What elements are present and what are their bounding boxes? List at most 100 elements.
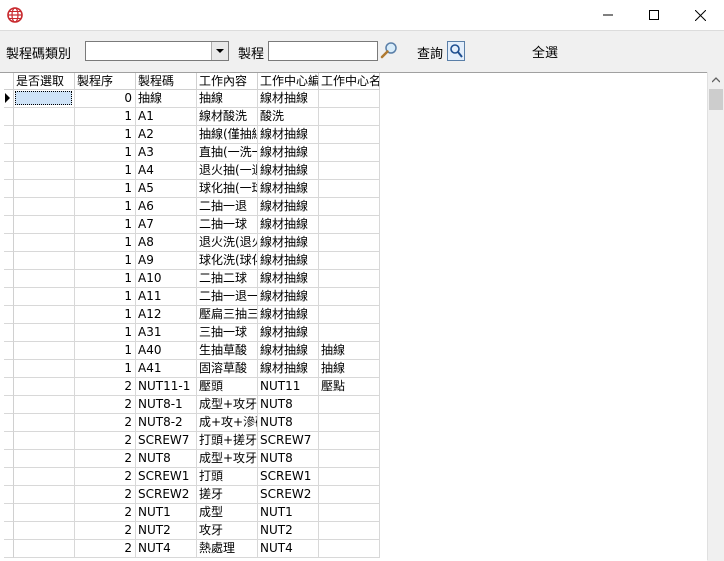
wc-code-cell[interactable]: 酸洗: [258, 108, 319, 126]
seq-cell[interactable]: 2: [75, 378, 136, 396]
code-cell[interactable]: NUT1: [136, 504, 197, 522]
wc-code-cell[interactable]: NUT11: [258, 378, 319, 396]
wc-code-cell[interactable]: 線材抽線: [258, 144, 319, 162]
wc-code-cell[interactable]: NUT4: [258, 540, 319, 558]
seq-cell[interactable]: 1: [75, 144, 136, 162]
wc-name-cell[interactable]: 抽線: [319, 342, 380, 360]
row-header[interactable]: [4, 414, 14, 432]
wc-name-cell[interactable]: [319, 324, 380, 342]
table-row[interactable]: 1 A7 二抽一球 線材抽線: [4, 216, 380, 234]
code-cell[interactable]: A31: [136, 324, 197, 342]
content-cell[interactable]: 退火抽(一退: [197, 162, 258, 180]
selected-cell[interactable]: [14, 450, 75, 468]
table-row[interactable]: 2 SCREW2 搓牙 SCREW2: [4, 486, 380, 504]
seq-cell[interactable]: 1: [75, 180, 136, 198]
seq-cell[interactable]: 1: [75, 252, 136, 270]
wc-code-cell[interactable]: 線材抽線: [258, 126, 319, 144]
selected-cell[interactable]: [14, 144, 75, 162]
wc-name-cell[interactable]: [319, 522, 380, 540]
wc-name-cell[interactable]: [319, 486, 380, 504]
table-row[interactable]: 2 NUT11-1 壓頭 NUT11 壓點: [4, 378, 380, 396]
table-row[interactable]: 1 A11 二抽一退一 線材抽線: [4, 288, 380, 306]
code-cell[interactable]: NUT8-1: [136, 396, 197, 414]
wc-code-cell[interactable]: 線材抽線: [258, 306, 319, 324]
seq-cell[interactable]: 1: [75, 360, 136, 378]
content-cell[interactable]: 退火洗(退火: [197, 234, 258, 252]
content-cell[interactable]: 打頭: [197, 468, 258, 486]
row-header[interactable]: [4, 216, 14, 234]
selected-cell[interactable]: [14, 126, 75, 144]
column-header-seq[interactable]: 製程序: [75, 73, 136, 90]
column-header-selected[interactable]: 是否選取: [14, 73, 75, 90]
content-cell[interactable]: 成+攻+滲碳: [197, 414, 258, 432]
wc-name-cell[interactable]: 壓點: [319, 378, 380, 396]
table-row[interactable]: 2 NUT1 成型 NUT1: [4, 504, 380, 522]
seq-cell[interactable]: 1: [75, 342, 136, 360]
seq-cell[interactable]: 0: [75, 90, 136, 108]
code-cell[interactable]: A41: [136, 360, 197, 378]
code-cell[interactable]: SCREW2: [136, 486, 197, 504]
wc-code-cell[interactable]: NUT8: [258, 396, 319, 414]
selected-cell[interactable]: [14, 108, 75, 126]
wc-name-cell[interactable]: [319, 108, 380, 126]
selected-cell[interactable]: [14, 252, 75, 270]
wc-code-cell[interactable]: NUT8: [258, 450, 319, 468]
seq-cell[interactable]: 2: [75, 450, 136, 468]
content-cell[interactable]: 三抽一球: [197, 324, 258, 342]
table-row[interactable]: 1 A41 固溶草酸 線材抽線 抽線: [4, 360, 380, 378]
selected-cell[interactable]: [14, 468, 75, 486]
selected-cell[interactable]: [14, 216, 75, 234]
wc-name-cell[interactable]: [319, 306, 380, 324]
wc-name-cell[interactable]: [319, 288, 380, 306]
content-cell[interactable]: 球化洗(球化: [197, 252, 258, 270]
row-header[interactable]: [4, 522, 14, 540]
code-cell[interactable]: A7: [136, 216, 197, 234]
wc-code-cell[interactable]: 線材抽線: [258, 90, 319, 108]
seq-cell[interactable]: 2: [75, 468, 136, 486]
wc-name-cell[interactable]: [319, 270, 380, 288]
category-combobox[interactable]: [85, 41, 229, 61]
code-cell[interactable]: NUT4: [136, 540, 197, 558]
seq-cell[interactable]: 1: [75, 216, 136, 234]
selected-cell[interactable]: [14, 522, 75, 540]
row-header[interactable]: [4, 162, 14, 180]
query-label[interactable]: 查詢: [417, 43, 443, 62]
code-cell[interactable]: 抽線: [136, 90, 197, 108]
row-header[interactable]: [4, 378, 14, 396]
code-cell[interactable]: A12: [136, 306, 197, 324]
wc-code-cell[interactable]: SCREW2: [258, 486, 319, 504]
wc-name-cell[interactable]: [319, 540, 380, 558]
row-header[interactable]: [4, 108, 14, 126]
row-header[interactable]: [4, 252, 14, 270]
content-cell[interactable]: 抽線(僅抽線: [197, 126, 258, 144]
maximize-button[interactable]: [631, 0, 677, 30]
content-cell[interactable]: 壓頭: [197, 378, 258, 396]
table-row[interactable]: 1 A2 抽線(僅抽線 線材抽線: [4, 126, 380, 144]
scrollbar-thumb[interactable]: [709, 89, 723, 110]
row-header[interactable]: [4, 396, 14, 414]
table-row[interactable]: 1 A40 生抽草酸 線材抽線 抽線: [4, 342, 380, 360]
process-input[interactable]: [268, 41, 378, 61]
seq-cell[interactable]: 1: [75, 108, 136, 126]
content-cell[interactable]: 打頭+搓牙: [197, 432, 258, 450]
code-cell[interactable]: A5: [136, 180, 197, 198]
code-cell[interactable]: A11: [136, 288, 197, 306]
table-row[interactable]: 1 A4 退火抽(一退 線材抽線: [4, 162, 380, 180]
code-cell[interactable]: NUT8-2: [136, 414, 197, 432]
selected-cell[interactable]: [14, 324, 75, 342]
code-cell[interactable]: A40: [136, 342, 197, 360]
seq-cell[interactable]: 1: [75, 324, 136, 342]
row-header[interactable]: [4, 432, 14, 450]
wc-name-cell[interactable]: [319, 432, 380, 450]
selected-cell[interactable]: [14, 378, 75, 396]
content-cell[interactable]: 搓牙: [197, 486, 258, 504]
wc-code-cell[interactable]: 線材抽線: [258, 198, 319, 216]
content-cell[interactable]: 抽線: [197, 90, 258, 108]
table-row[interactable]: 1 A31 三抽一球 線材抽線: [4, 324, 380, 342]
code-cell[interactable]: A3: [136, 144, 197, 162]
seq-cell[interactable]: 1: [75, 288, 136, 306]
wc-code-cell[interactable]: 線材抽線: [258, 342, 319, 360]
code-cell[interactable]: SCREW7: [136, 432, 197, 450]
wc-code-cell[interactable]: 線材抽線: [258, 324, 319, 342]
wc-name-cell[interactable]: [319, 234, 380, 252]
